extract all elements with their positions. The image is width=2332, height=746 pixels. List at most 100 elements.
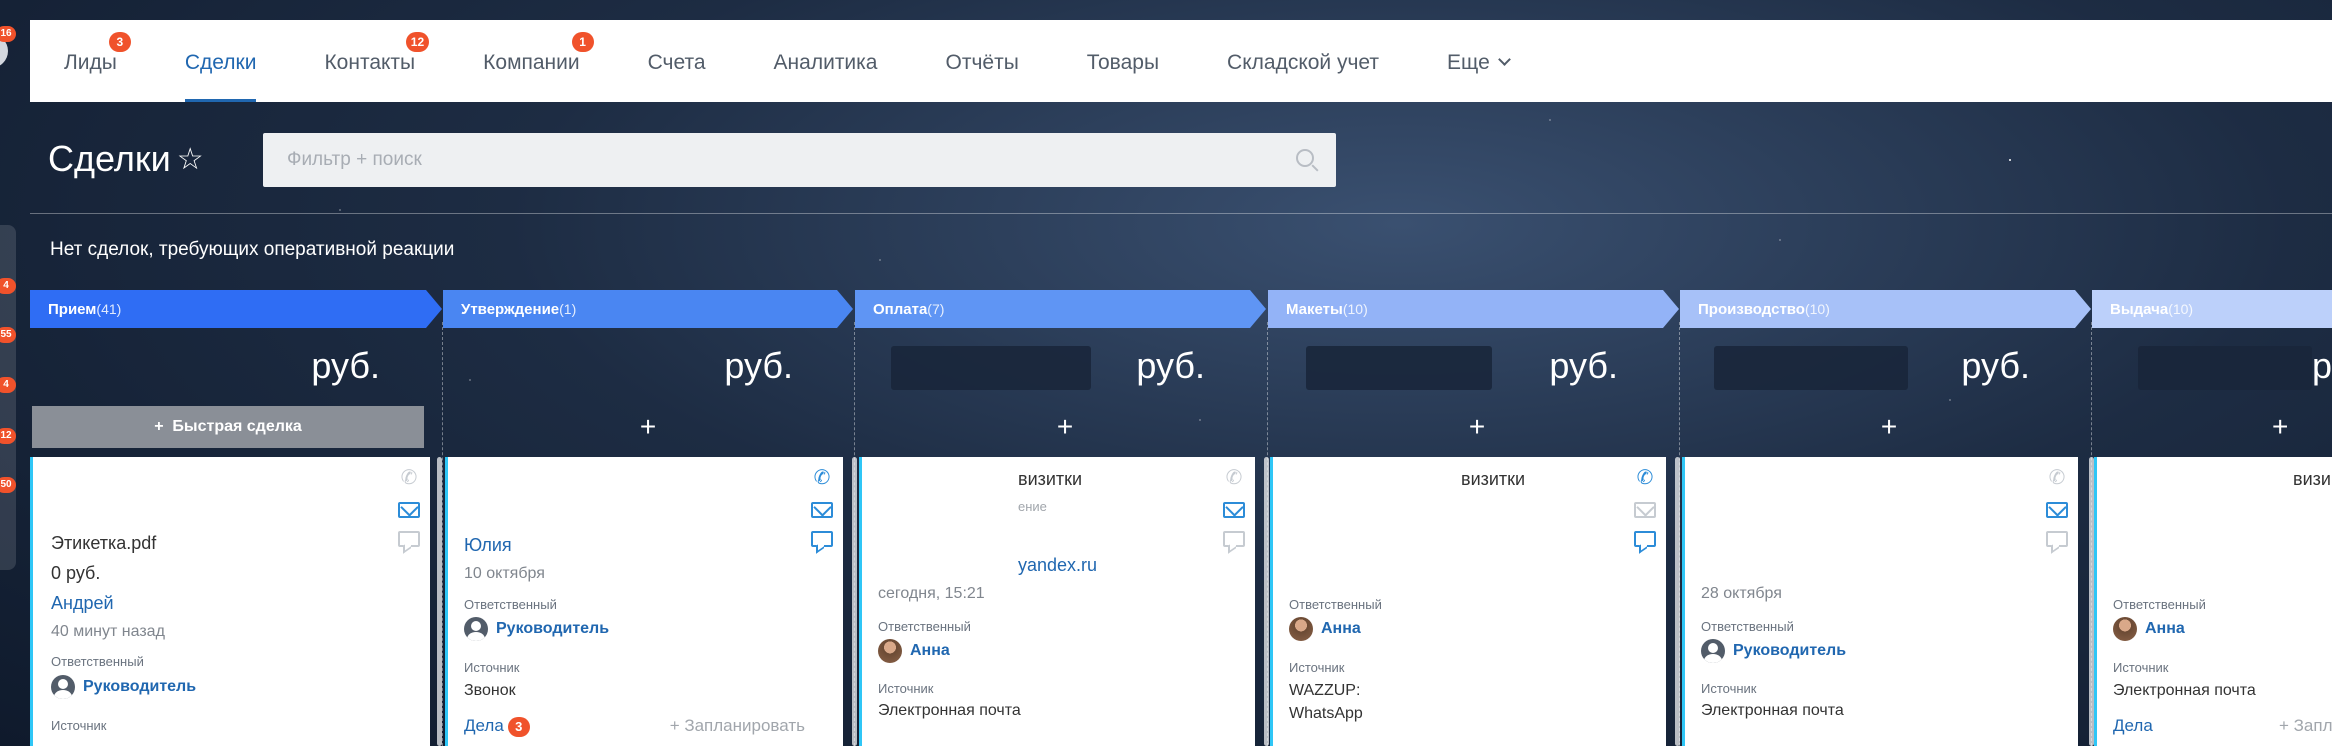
nav-item-products[interactable]: Товары [1087,20,1159,102]
rail-badge: 16 [0,26,16,42]
redacted-sum [1306,346,1492,390]
add-deal-button[interactable]: + [2092,406,2332,448]
deal-date: 28 октября [1701,585,1782,602]
contact-link[interactable]: Юлия [464,535,512,556]
rail-badge[interactable]: 55 [0,327,16,343]
phone-icon[interactable]: ✆ [1634,467,1656,489]
avatar [878,639,902,663]
divider [30,213,2332,214]
deal-title[interactable]: визитки [1018,469,1082,490]
chat-icon[interactable] [1223,531,1245,547]
stage-header[interactable]: Утверждение(1) [443,290,853,328]
kanban-column: Выдача(10) р + визи Ответственный Анна И… [2092,290,2332,746]
deal-card[interactable]: визи Ответственный Анна Источник Электро… [2094,457,2332,746]
stage-header[interactable]: Прием(41) [30,290,442,328]
responsible-label: Ответственный [51,654,144,669]
rail-badge[interactable]: 50 [0,477,16,493]
nav-item-analytics[interactable]: Аналитика [774,20,878,102]
deal-title[interactable]: визи [2293,469,2331,490]
deal-card[interactable]: ✆ визитки ение yandex.ru сегодня, 15:21 … [859,457,1255,746]
responsible-user[interactable]: Руководитель [1701,639,1846,663]
deal-card[interactable]: ✆ 28 октября Ответственный Руководитель … [1682,457,2078,746]
mail-icon[interactable] [811,502,833,518]
rail-badge[interactable]: 4 [0,377,16,393]
stage-header[interactable]: Выдача(10) [2092,290,2332,328]
responsible-user[interactable]: Руководитель [464,617,609,641]
rail-badge[interactable]: 12 [0,428,16,444]
search-input[interactable] [263,133,1336,187]
nav-item-invoices[interactable]: Счета [648,20,706,102]
nav-item-contacts[interactable]: Контакты 12 [324,20,430,102]
source-value: WAZZUP: [1289,682,1361,699]
phone-icon[interactable]: ✆ [1223,467,1245,489]
avatar [2113,617,2137,641]
phone-icon[interactable]: ✆ [398,467,420,489]
add-deal-button[interactable]: + [443,406,853,448]
chat-icon[interactable] [2046,531,2068,547]
source-label: Источник [878,681,934,696]
responsible-user[interactable]: Анна [2113,617,2185,641]
chat-icon[interactable] [811,531,833,547]
deal-title[interactable]: визитки [1461,469,1525,490]
responsible-label: Ответственный [464,597,557,612]
responsible-label: Ответственный [878,619,971,634]
top-navigation: Лиды 3 Сделки Контакты 12 Компании 1 Счета … [30,20,2332,102]
avatar [1701,639,1725,663]
stage-header[interactable]: Производство(10) [1680,290,2091,328]
deals-link[interactable]: Дела [2113,716,2153,736]
source-value: Электронная почта [1701,702,1844,719]
phone-icon[interactable]: ✆ [811,467,833,489]
source-value: Электронная почта [878,702,1021,719]
nav-badge: 1 [571,32,594,52]
column-sum: руб. [1268,344,1678,390]
avatar [51,675,75,699]
left-rail: 16 4 55 4 12 50 [0,0,30,746]
add-deal-button[interactable]: + [1680,406,2090,448]
mail-icon[interactable] [2046,502,2068,518]
nav-item-companies[interactable]: Компании 1 [483,20,594,102]
deal-amount: 0 руб. [51,563,101,583]
deal-title[interactable]: Этикетка.pdf [51,533,156,554]
kanban-column: Прием(41) руб. + Быстрая сделка ✆ Этикет… [30,290,442,746]
mail-icon[interactable] [1634,502,1656,518]
deal-card[interactable]: ✆ визитки Ответственный Анна Источник WA… [1270,457,1666,746]
avatar [1289,617,1313,641]
column-scrollbar[interactable] [437,457,442,746]
stage-header[interactable]: Макеты(10) [1268,290,1679,328]
responsible-user[interactable]: Анна [878,639,950,663]
stage-header[interactable]: Оплата(7) [855,290,1266,328]
avatar [464,617,488,641]
nav-item-leads[interactable]: Лиды 3 [64,20,131,102]
responsible-label: Ответственный [1289,597,1382,612]
add-deal-button[interactable]: + [1268,406,1678,448]
deals-link[interactable]: Дела 3 [464,716,530,737]
column-sum: руб. [1680,344,2090,390]
add-deal-button[interactable]: + [855,406,1265,448]
responsible-user[interactable]: Анна [1289,617,1361,641]
nav-badge: 12 [405,32,430,52]
deal-card[interactable]: ✆ Этикетка.pdf 0 руб. Андрей 40 минут на… [30,457,430,746]
filter-search [263,133,1336,187]
mail-icon[interactable] [1223,502,1245,518]
redacted-sum [1714,346,1908,390]
plan-activity-link[interactable]: + Запла [2279,716,2332,736]
contact-link[interactable]: Андрей [51,593,114,614]
mail-icon[interactable] [398,502,420,518]
chat-icon[interactable] [1634,531,1656,547]
plan-activity-link[interactable]: + Запланировать [670,716,805,736]
phone-icon[interactable]: ✆ [2046,467,2068,489]
nav-item-deals[interactable]: Сделки [184,20,256,102]
quick-deal-button[interactable]: + Быстрая сделка [32,406,424,448]
star-icon[interactable]: ☆ [177,142,204,177]
deal-card[interactable]: ✆ Юлия 10 октября Ответственный Руководи… [445,457,843,746]
rail-badge[interactable]: 4 [0,278,16,294]
search-icon[interactable] [1296,149,1314,167]
source-value-2: WhatsApp [1289,705,1363,722]
nav-item-warehouse[interactable]: Складской учет [1227,20,1379,102]
nav-item-reports[interactable]: Отчёты [946,20,1019,102]
responsible-user[interactable]: Руководитель [51,675,196,699]
nav-item-more[interactable]: Еще [1447,20,1511,102]
responsible-label: Ответственный [1701,619,1794,634]
chat-icon[interactable] [398,531,420,547]
contact-email[interactable]: yandex.ru [1018,555,1097,576]
